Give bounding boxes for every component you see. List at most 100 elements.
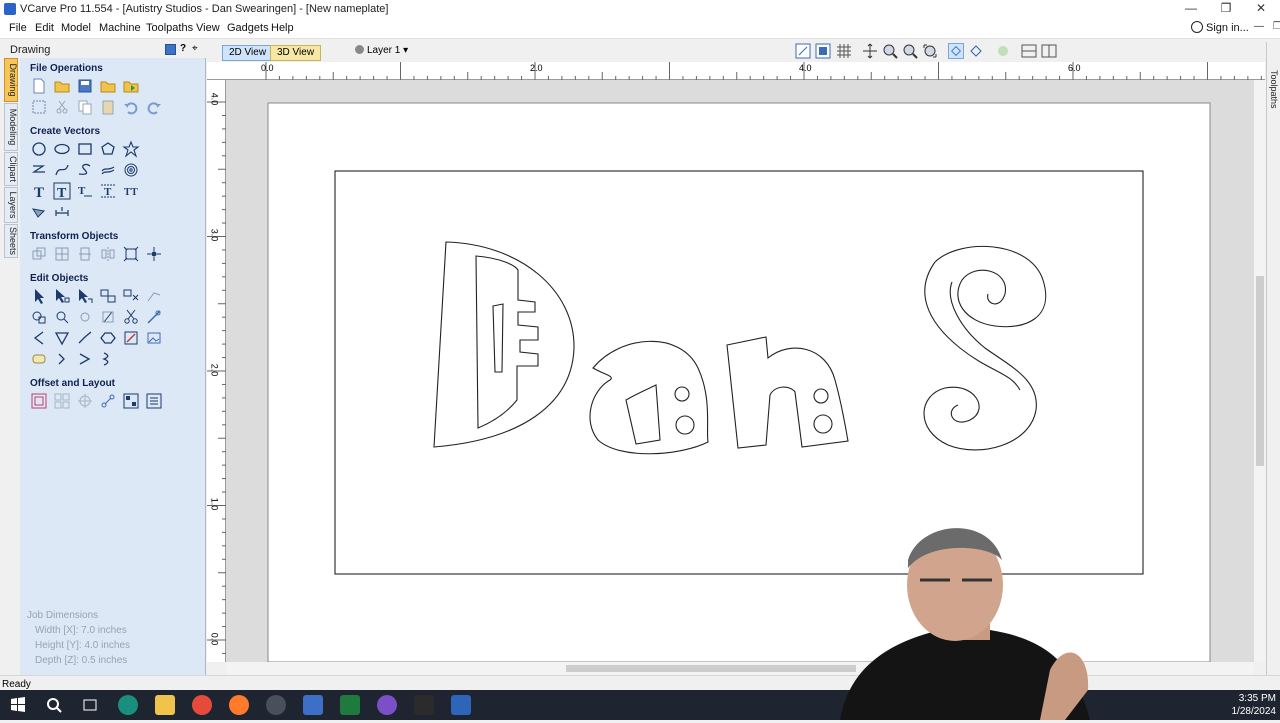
save-as-icon[interactable]: [99, 77, 117, 95]
auto-layout-icon[interactable]: [145, 392, 163, 410]
auto-layout-text-icon[interactable]: T: [76, 182, 94, 200]
redo-icon[interactable]: [145, 98, 163, 116]
node-edit-icon[interactable]: [53, 287, 71, 305]
draw-spiral-s-icon[interactable]: [76, 161, 94, 179]
move-icon[interactable]: [30, 245, 48, 263]
paste-icon[interactable]: [99, 98, 117, 116]
toolpaths-tab-strip[interactable]: Toolpaths: [1266, 42, 1280, 675]
new-file-icon[interactable]: [30, 77, 48, 95]
fillet-icon[interactable]: [30, 329, 48, 347]
smooth-icon[interactable]: [145, 308, 163, 326]
excel-icon[interactable]: [340, 695, 360, 715]
file-explorer-icon[interactable]: [155, 695, 175, 715]
mirror-icon[interactable]: [99, 245, 117, 263]
save-icon[interactable]: [76, 77, 94, 95]
dimension-icon[interactable]: TT: [122, 182, 140, 200]
group-icon[interactable]: [99, 287, 117, 305]
draw-polyline-icon[interactable]: [30, 161, 48, 179]
menu-help[interactable]: Help: [271, 22, 294, 34]
restore-button[interactable]: ❐: [1210, 0, 1242, 19]
taskbar-clock[interactable]: 3:35 PM 1/28/2024: [1226, 692, 1277, 718]
offset-icon[interactable]: [30, 392, 48, 410]
pan-icon[interactable]: [862, 43, 878, 59]
text-arc-icon[interactable]: T: [99, 182, 117, 200]
draw-spiral-icon[interactable]: [122, 161, 140, 179]
copy-along-vector-icon[interactable]: [99, 392, 117, 410]
mdi-window-controls[interactable]: — ❐ ✕: [1254, 21, 1280, 32]
draw-rectangle-icon[interactable]: [76, 140, 94, 158]
measure-icon[interactable]: [53, 203, 71, 221]
menu-gadgets[interactable]: Gadgets: [227, 22, 269, 34]
image-trace-icon[interactable]: [145, 329, 163, 347]
windows-start-icon[interactable]: [8, 695, 28, 715]
sign-in-button[interactable]: Sign in...: [1191, 21, 1249, 34]
copy-icon[interactable]: [76, 98, 94, 116]
tab-drawing[interactable]: Drawing: [4, 58, 18, 102]
close-button[interactable]: ✕: [1245, 0, 1277, 19]
vertical-scrollbar[interactable]: [1254, 80, 1266, 662]
cut-icon[interactable]: [53, 98, 71, 116]
zoom-selected-icon[interactable]: [922, 43, 938, 59]
draw-curve-icon[interactable]: [53, 161, 71, 179]
search-icon[interactable]: [44, 695, 64, 715]
vcarve-taskbar-icon[interactable]: [451, 695, 471, 715]
menu-model[interactable]: Model: [61, 22, 91, 34]
grid-icon[interactable]: [836, 43, 852, 59]
snap-icon[interactable]: [948, 43, 964, 59]
zoom-in-icon[interactable]: [882, 43, 898, 59]
curve-fit-icon[interactable]: [53, 350, 71, 368]
tab-2d-view[interactable]: 2D View: [222, 45, 274, 61]
menu-edit[interactable]: Edit: [35, 22, 54, 34]
menu-toolpaths[interactable]: Toolpaths: [146, 22, 193, 34]
draw-circle-icon[interactable]: [30, 140, 48, 158]
toolpath-preview-icon[interactable]: [995, 43, 1011, 59]
bezier-icon[interactable]: [99, 350, 117, 368]
open-file-icon[interactable]: [53, 77, 71, 95]
zoom-material-icon[interactable]: [815, 43, 831, 59]
weld-icon[interactable]: [145, 287, 163, 305]
draw-star-icon[interactable]: [122, 140, 140, 158]
chrome-icon[interactable]: [192, 695, 212, 715]
menu-view[interactable]: View: [196, 22, 220, 34]
snap-options-icon[interactable]: [968, 43, 984, 59]
extend-icon[interactable]: [53, 308, 71, 326]
menu-file[interactable]: File: [9, 22, 27, 34]
layer-selector[interactable]: Layer 1 ▾: [355, 45, 408, 56]
scissors-icon[interactable]: [122, 308, 140, 326]
select-pointer-icon[interactable]: [30, 287, 48, 305]
circular-array-icon[interactable]: [76, 392, 94, 410]
copy-array-icon[interactable]: [53, 392, 71, 410]
edge-browser-icon[interactable]: [118, 695, 138, 715]
subtract-icon[interactable]: [76, 308, 94, 326]
panel-autohide-button[interactable]: ⌖: [192, 43, 198, 54]
offset-vector-icon[interactable]: [122, 329, 140, 347]
center-icon[interactable]: [145, 245, 163, 263]
draw-wave-icon[interactable]: [99, 161, 117, 179]
close-vectors-icon[interactable]: [99, 329, 117, 347]
align-icon[interactable]: [53, 245, 71, 263]
arc-to-line-icon[interactable]: [76, 350, 94, 368]
zoom-box-icon[interactable]: [902, 43, 918, 59]
vertical-scroll-thumb[interactable]: [1256, 276, 1264, 466]
layout-tile-icon[interactable]: [1041, 43, 1057, 59]
zoom-extents-icon[interactable]: [795, 43, 811, 59]
undo-icon[interactable]: [122, 98, 140, 116]
horizontal-scroll-thumb[interactable]: [566, 665, 856, 672]
layout-split-icon[interactable]: [1021, 43, 1037, 59]
scale-icon[interactable]: [76, 245, 94, 263]
draw-ellipse-icon[interactable]: [53, 140, 71, 158]
app-icon-generic[interactable]: [266, 695, 286, 715]
trim-icon[interactable]: [30, 308, 48, 326]
panel-help-button[interactable]: ?: [180, 43, 186, 54]
chamfer-icon[interactable]: [53, 329, 71, 347]
tab-sheets[interactable]: Sheets: [4, 224, 18, 258]
minimize-button[interactable]: —: [1175, 0, 1207, 19]
intersect-icon[interactable]: [99, 308, 117, 326]
remote-app-icon[interactable]: [303, 695, 323, 715]
draw-polygon-icon[interactable]: [99, 140, 117, 158]
text-on-curve-icon[interactable]: T: [53, 182, 71, 201]
drafting-tool-icon[interactable]: [30, 203, 48, 221]
panel-pin-icon[interactable]: [165, 44, 176, 55]
job-setup-icon[interactable]: [30, 98, 48, 116]
nest-icon[interactable]: [30, 350, 48, 368]
